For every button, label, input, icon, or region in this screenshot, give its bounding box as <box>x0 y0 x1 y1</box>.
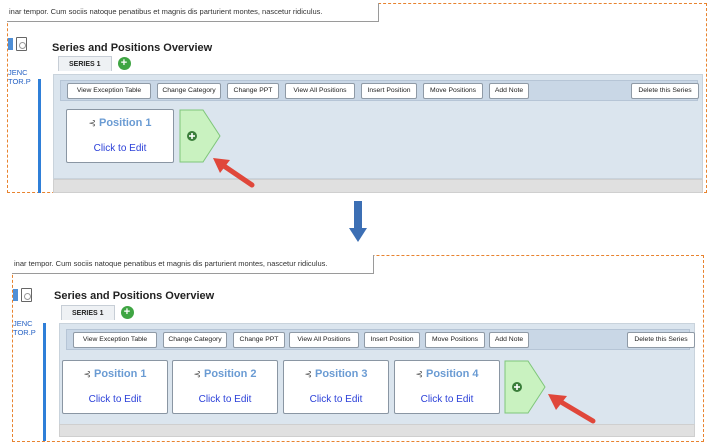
position-label: ⊰ Position 1 <box>67 117 173 129</box>
move-positions-button[interactable]: Move Positions <box>425 332 485 348</box>
position-card[interactable]: ⊰ Position 2 Click to Edit <box>172 360 278 414</box>
delete-series-button[interactable]: Delete this Series <box>627 332 695 348</box>
position-card[interactable]: ⊰ Position 1 Click to Edit <box>62 360 168 414</box>
left-gutter: JENC TOR.P <box>8 37 40 192</box>
horizontal-scrollbar[interactable] <box>53 179 703 193</box>
horizontal-scrollbar[interactable] <box>59 424 695 437</box>
tab-series-1[interactable]: SERIES 1 <box>61 305 115 320</box>
left-gutter: JENC TOR.P <box>13 288 45 441</box>
insert-position-button[interactable]: Insert Position <box>364 332 420 348</box>
sidebar-marker-icon <box>13 289 18 301</box>
sidebar-text[interactable]: JENC TOR.P <box>8 68 31 86</box>
tree-icon: ⊰ <box>88 118 96 128</box>
click-to-edit-link[interactable]: Click to Edit <box>173 394 277 405</box>
down-arrow-icon <box>349 201 367 242</box>
change-ppt-button[interactable]: Change PPT <box>233 332 285 348</box>
change-category-button[interactable]: Change Category <box>157 83 221 99</box>
description-text: inar tempor. Cum sociis natoque penatibu… <box>12 255 374 274</box>
description-text: inar tempor. Cum sociis natoque penatibu… <box>7 3 379 22</box>
view-exception-table-button[interactable]: View Exception Table <box>67 83 151 99</box>
add-circle-icon[interactable]: + <box>120 306 134 319</box>
position-card[interactable]: ⊰ Position 4 Click to Edit <box>394 360 500 414</box>
change-ppt-button[interactable]: Change PPT <box>227 83 279 99</box>
series-panel: View Exception Table Change Category Cha… <box>59 323 695 433</box>
callout-arrow-icon <box>213 158 255 188</box>
after-screenshot-frame: inar tempor. Cum sociis natoque penatibu… <box>12 255 704 442</box>
accent-line <box>38 79 41 193</box>
insert-position-button[interactable]: Insert Position <box>361 83 417 99</box>
series-tabs: SERIES 1 + <box>58 56 131 71</box>
add-note-button[interactable]: Add Note <box>489 332 529 348</box>
accent-line <box>43 323 46 441</box>
position-name: Position 3 <box>314 368 368 380</box>
pdf-icon[interactable] <box>21 288 32 302</box>
tree-icon: ⊰ <box>83 369 91 379</box>
view-all-positions-button[interactable]: View All Positions <box>289 332 359 348</box>
position-card[interactable]: ⊰ Position 3 Click to Edit <box>283 360 389 414</box>
add-note-button[interactable]: Add Note <box>489 83 529 99</box>
add-circle-icon[interactable]: + <box>117 57 131 70</box>
tree-icon: ⊰ <box>415 369 423 379</box>
click-to-edit-link[interactable]: Click to Edit <box>395 394 499 405</box>
add-position-icon[interactable] <box>179 109 221 163</box>
click-to-edit-link[interactable]: Click to Edit <box>284 394 388 405</box>
tree-icon: ⊰ <box>193 369 201 379</box>
delete-series-button[interactable]: Delete this Series <box>631 83 699 99</box>
position-name: Position 1 <box>98 117 152 129</box>
position-name: Position 4 <box>425 368 479 380</box>
click-to-edit-link[interactable]: Click to Edit <box>67 143 173 154</box>
series-panel: View Exception Table Change Category Cha… <box>53 74 703 179</box>
page-title: Series and Positions Overview <box>54 290 215 302</box>
tree-icon: ⊰ <box>304 369 312 379</box>
change-category-button[interactable]: Change Category <box>163 332 227 348</box>
series-tabs: SERIES 1 + <box>61 305 134 320</box>
sidebar-text-line-1: JENC <box>13 319 33 328</box>
tab-series-1[interactable]: SERIES 1 <box>58 56 112 71</box>
click-to-edit-link[interactable]: Click to Edit <box>63 394 167 405</box>
before-screenshot-frame: inar tempor. Cum sociis natoque penatibu… <box>7 3 707 193</box>
series-toolbar: View Exception Table Change Category Cha… <box>60 80 699 101</box>
position-label: ⊰ Position 3 <box>284 368 388 380</box>
pdf-icon[interactable] <box>16 37 27 51</box>
add-position-icon[interactable] <box>504 360 546 414</box>
callout-arrow-icon <box>548 394 596 424</box>
position-label: ⊰ Position 1 <box>63 368 167 380</box>
position-label: ⊰ Position 4 <box>395 368 499 380</box>
position-name: Position 1 <box>93 368 147 380</box>
sidebar-text-line-2: TOR.P <box>13 328 36 337</box>
position-card[interactable]: ⊰ Position 1 Click to Edit <box>66 109 174 163</box>
view-exception-table-button[interactable]: View Exception Table <box>73 332 157 348</box>
position-label: ⊰ Position 2 <box>173 368 277 380</box>
position-name: Position 2 <box>203 368 257 380</box>
series-toolbar: View Exception Table Change Category Cha… <box>66 329 695 350</box>
page-title: Series and Positions Overview <box>52 42 213 54</box>
sidebar-text-line-2: TOR.P <box>8 77 31 86</box>
view-all-positions-button[interactable]: View All Positions <box>285 83 355 99</box>
sidebar-text-line-1: JENC <box>8 68 28 77</box>
sidebar-text[interactable]: JENC TOR.P <box>13 319 36 337</box>
sidebar-marker-icon <box>8 38 13 50</box>
move-positions-button[interactable]: Move Positions <box>423 83 483 99</box>
